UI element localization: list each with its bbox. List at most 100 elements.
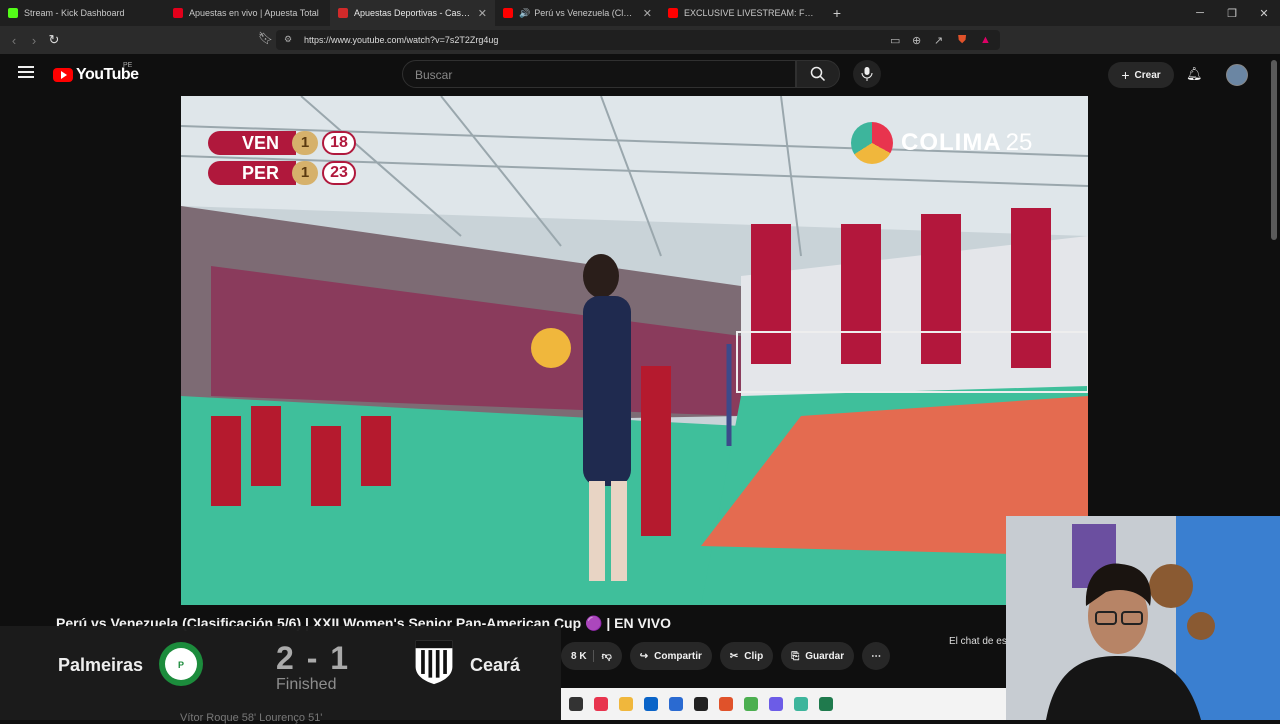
back-icon[interactable]: ‹ [4, 33, 24, 48]
tab-kick-dashboard[interactable]: Stream - Kick Dashboard [0, 0, 165, 26]
team1-points: 18 [322, 131, 356, 155]
country-code: PE [123, 62, 133, 69]
file-explorer-icon[interactable] [619, 697, 633, 711]
search-icon [810, 66, 826, 82]
url-field[interactable]: ⚙ https://www.youtube.com/watch?v=7s2T2Z… [276, 30, 1000, 50]
team2-code: PER [208, 161, 296, 185]
tab-title: Apuestas en vivo | Apuesta Total [189, 8, 319, 18]
close-window-icon[interactable]: ✕ [1248, 7, 1280, 20]
brave-icon[interactable] [719, 697, 733, 711]
tab-title: Perú vs Venezuela (Clasificación [534, 8, 637, 18]
close-tab-icon[interactable]: ✕ [643, 7, 652, 20]
new-tab-button[interactable]: + [825, 5, 849, 21]
team1-code: VEN [208, 131, 296, 155]
excel-icon[interactable] [819, 697, 833, 711]
window-controls: ─ ❐ ✕ [1184, 0, 1280, 26]
share-icon: ↪ [639, 650, 649, 662]
app-icon[interactable] [794, 697, 808, 711]
task-view-icon[interactable] [569, 697, 583, 711]
watermark-number: 25 [1005, 129, 1033, 156]
minimize-icon[interactable]: ─ [1184, 7, 1216, 19]
app-icon[interactable] [694, 697, 708, 711]
site-info-icon[interactable]: ⚙ [284, 34, 292, 45]
kick-favicon-icon [8, 8, 18, 18]
dislike-icon[interactable]: 👎︎ [592, 650, 612, 662]
brave-shield-icon[interactable]: ⛊ [958, 34, 966, 47]
rewards-icon[interactable]: ▲ [980, 34, 991, 46]
guide-menu-icon[interactable] [18, 66, 34, 78]
app-icon[interactable] [594, 697, 608, 711]
notifications-bell-icon[interactable]: 🔔︎ [1186, 66, 1203, 82]
clip-label: Clip [744, 650, 764, 662]
forward-icon[interactable]: › [24, 33, 44, 48]
voice-search-button[interactable] [853, 60, 881, 88]
microphone-icon [861, 67, 873, 81]
tab-title: Stream - Kick Dashboard [24, 8, 125, 18]
more-icon: ⋯ [871, 650, 882, 662]
share-page-icon[interactable]: ↗ [934, 34, 943, 47]
casa-apuestas-favicon-icon [338, 8, 348, 18]
save-button[interactable]: ⎘ Guardar [781, 642, 855, 670]
apuesta-total-favicon-icon [173, 8, 183, 18]
tab-apuesta-total[interactable]: Apuestas en vivo | Apuesta Total [165, 0, 330, 26]
youtube-favicon-icon [503, 8, 513, 18]
bookmark-icon[interactable]: 🔖︎ [258, 31, 273, 45]
match-score: 2 - 1 [276, 640, 351, 676]
webcam-scene [1006, 516, 1280, 720]
address-toolbar: ‹ › ↻ 🔖︎ ⚙ https://www.youtube.com/watch… [0, 26, 1280, 72]
colima-logo-icon [851, 122, 893, 164]
video-actions: 8 K 👎︎ ↪ Compartir ✂ Clip ⎘ Guardar ⋯ [561, 642, 898, 670]
close-tab-icon[interactable]: ✕ [478, 7, 487, 20]
like-dislike-button[interactable]: 8 K 👎︎ [561, 642, 622, 670]
home-team-name: Palmeiras [58, 655, 144, 675]
match-status: Finished [276, 676, 337, 693]
create-button[interactable]: + Crear [1108, 62, 1174, 88]
cast-icon[interactable]: ▭ [890, 34, 900, 47]
store-icon[interactable] [669, 697, 683, 711]
ceara-crest-icon [415, 640, 453, 685]
browser-tab-bar: Stream - Kick Dashboard Apuestas en vivo… [0, 0, 1280, 26]
restore-icon[interactable]: ❐ [1216, 7, 1248, 20]
url-text: https://www.youtube.com/watch?v=7s2T2Zrg… [304, 35, 499, 45]
create-label: Crear [1134, 69, 1161, 81]
youtube-logo[interactable]: YouTube PE [53, 62, 139, 84]
tab-exclusive-livestream[interactable]: EXCLUSIVE LIVESTREAM: FC BARC [660, 0, 825, 26]
match-scorers: Vítor Roque 58' Lourenço 51' [180, 712, 323, 724]
team1-sets: 1 [292, 131, 318, 155]
share-label: Compartir [654, 650, 702, 662]
watermark-text: COLIMA [901, 129, 1002, 156]
more-actions-button[interactable]: ⋯ [862, 642, 891, 670]
app-icon[interactable] [744, 697, 758, 711]
avatar[interactable] [1226, 64, 1248, 86]
team2-points: 23 [322, 161, 356, 185]
away-team-name: Ceará [470, 655, 521, 675]
page-scrollbar[interactable] [1271, 60, 1277, 240]
volleyball-scoreboard: VEN 1 18 PER 1 23 [208, 129, 356, 189]
bookmark-save-icon: ⎘ [791, 650, 800, 662]
search-button[interactable] [796, 60, 840, 88]
tab-title: EXCLUSIVE LIVESTREAM: FC BARC [684, 8, 817, 18]
chat-note: El chat de es [949, 636, 1007, 647]
scissors-icon: ✂ [729, 650, 739, 662]
zoom-icon[interactable]: ⊕ [912, 34, 921, 47]
clip-button[interactable]: ✂ Clip [719, 642, 774, 670]
os-taskbar [561, 688, 1006, 720]
plus-icon: + [1121, 67, 1130, 83]
outlook-icon[interactable] [644, 697, 658, 711]
streamer-webcam [1006, 516, 1280, 720]
youtube-header: YouTube PE Buscar + Crear 🔔︎ [0, 54, 1280, 96]
team2-sets: 1 [292, 161, 318, 185]
tab-apuestas-deportivas[interactable]: Apuestas Deportivas - Casa de Apuestas ✕ [330, 0, 495, 26]
tab-title: Apuestas Deportivas - Casa de Apuestas [354, 8, 472, 18]
save-label: Guardar [805, 650, 845, 662]
video-player[interactable]: VEN 1 18 PER 1 23 COLIMA 25 [181, 96, 1088, 605]
speaker-icon[interactable]: 🔊 [519, 8, 530, 19]
like-count: 8 K [571, 650, 587, 662]
tab-peru-venezuela[interactable]: 🔊 Perú vs Venezuela (Clasificación ✕ [495, 0, 660, 26]
share-button[interactable]: ↪ Compartir [629, 642, 712, 670]
search-input[interactable]: Buscar [402, 60, 796, 88]
palmeiras-crest-icon: P [159, 642, 203, 686]
reload-icon[interactable]: ↻ [44, 32, 64, 48]
youtube-play-icon [53, 68, 73, 82]
discord-icon[interactable] [769, 697, 783, 711]
